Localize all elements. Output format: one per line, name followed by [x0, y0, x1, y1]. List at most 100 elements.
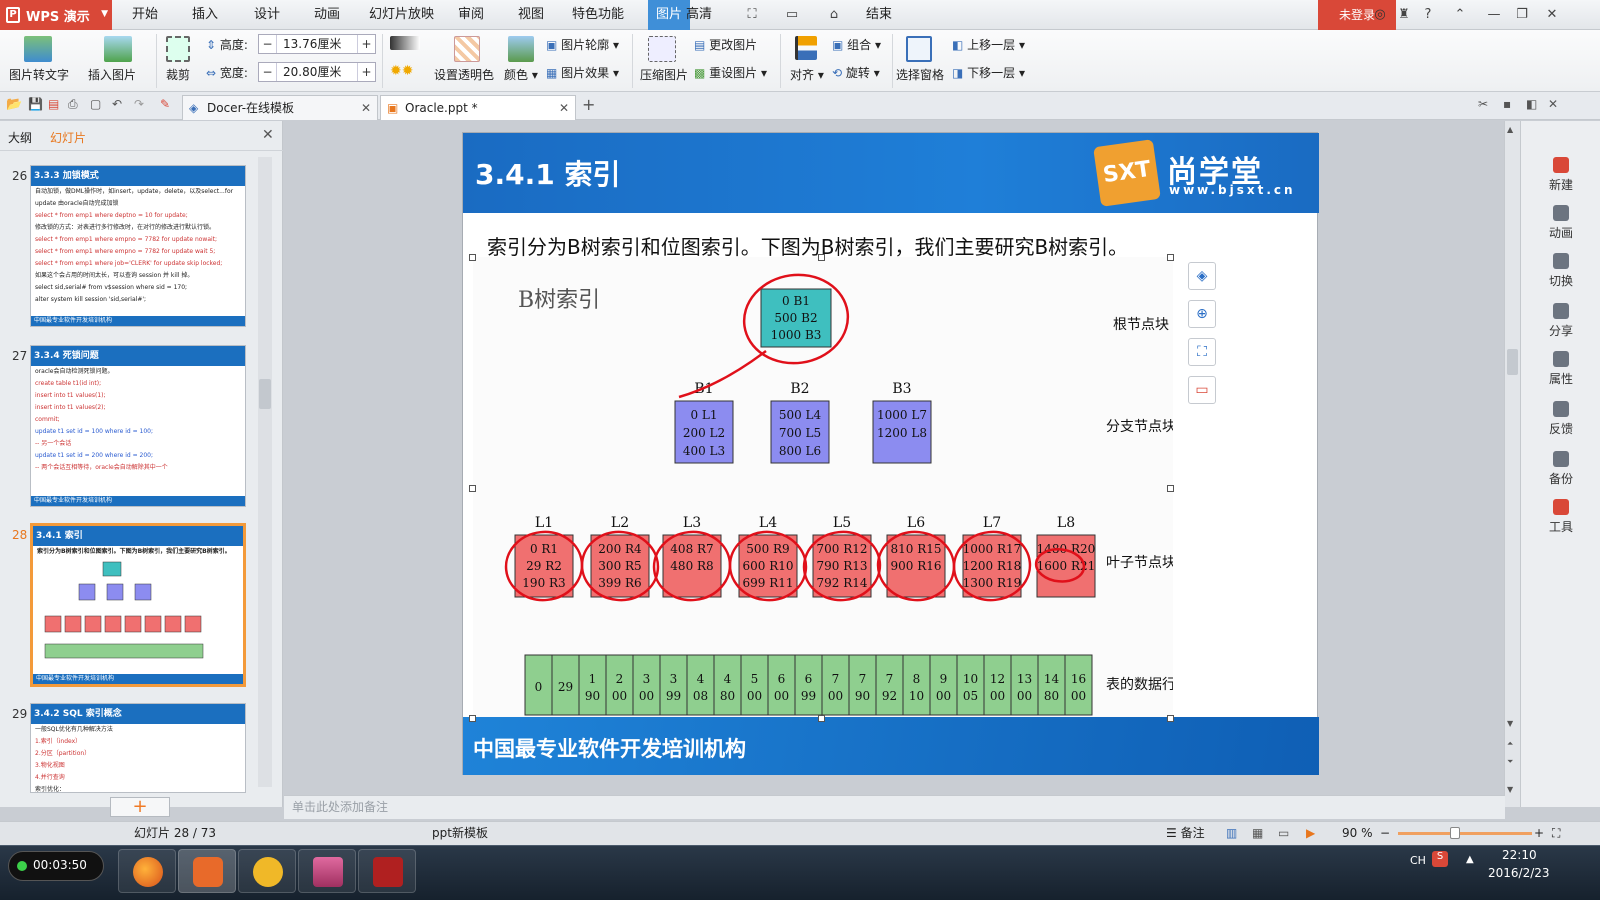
tab-slides[interactable]: 幻灯片 [50, 129, 86, 146]
redo-icon[interactable]: ↷ [134, 97, 144, 111]
resize-handle[interactable] [469, 715, 476, 722]
tools-button[interactable]: 工具 [1521, 499, 1600, 535]
rotate-button[interactable]: ⟲ 旋转 ▾ [832, 64, 880, 81]
wps-app-menu-button[interactable]: P WPS 演示 ▼ [0, 0, 112, 30]
slide-thumbnail-28[interactable]: 3.4.1 索引 索引分为B树索引和位图索引。下图为B树索引，我们主要研究B树索… [30, 523, 246, 687]
normal-view-icon[interactable]: ▥ [1226, 822, 1237, 844]
width-stepper[interactable]: − 20.80厘米 + [258, 62, 376, 82]
ribbon-tool-icon[interactable]: ✂ [1478, 97, 1488, 111]
menu-1[interactable]: 插入 [192, 0, 218, 30]
fit-window-icon[interactable]: ⛶ [1552, 822, 1560, 844]
undo-icon[interactable]: ↶ [112, 97, 122, 111]
slide-thumbnail-27[interactable]: 3.3.4 死锁问题 oracle会自动检测死锁问题。 create table… [30, 345, 246, 507]
bring-forward-button[interactable]: ◧ 上移一层 ▾ [952, 36, 1025, 53]
feedback-button[interactable]: 反馈 [1521, 401, 1600, 437]
reset-picture-button[interactable]: ▩ 重设图片 ▾ [694, 64, 767, 81]
btree-diagram-image[interactable]: B树索引根节点块分支节点块叶子节点块表的数据行0 B1500 B21000 B3… [473, 257, 1173, 717]
close-panel-icon[interactable]: ✕ [262, 127, 274, 143]
decrease-width-button[interactable]: − [259, 63, 277, 81]
crop-quick-icon[interactable]: ⛶ [1188, 338, 1216, 366]
height-value[interactable]: 13.76厘米 [283, 35, 341, 53]
qq-taskbar-button[interactable] [238, 849, 296, 893]
height-stepper[interactable]: − 13.76厘米 + [258, 34, 376, 54]
recorder-taskbar-button[interactable] [358, 849, 416, 893]
resize-handle[interactable] [469, 485, 476, 492]
picture-outline-button[interactable]: ▣ 图片轮廓 ▾ [546, 36, 619, 53]
compress-picture-button[interactable]: 压缩图片 [640, 66, 688, 83]
menu-8[interactable]: 图片 [648, 0, 691, 30]
tab-oracle-ppt[interactable]: ▣ Oracle.ppt * ✕ [380, 95, 576, 120]
clock-date[interactable]: 2016/2/23 [1488, 866, 1550, 880]
width-value[interactable]: 20.80厘米 [283, 63, 341, 81]
ime-indicator[interactable]: CH [1410, 854, 1426, 867]
brightness-icon[interactable]: ✹✹ [390, 64, 420, 78]
notes-input[interactable]: 单击此处添加备注 [284, 795, 1505, 819]
home-icon[interactable]: ⌂ [822, 7, 846, 22]
canvas-vertical-scrollbar[interactable]: ▲ ▼ ⏶ ⏷ ▼ [1504, 121, 1520, 807]
slide-thumbnail-29[interactable]: 3.4.2 SQL 索引概念 一般SQL优化有几种解决方法 1.索引（index… [30, 703, 246, 793]
share-button[interactable]: 分享 [1521, 303, 1600, 339]
menu-10[interactable]: 结束 [866, 0, 892, 30]
change-picture-button[interactable]: ▤ 更改图片 [694, 36, 757, 53]
minimize-icon[interactable]: — [1482, 7, 1506, 22]
add-slide-button[interactable]: + [110, 797, 170, 817]
group-button[interactable]: ▣ 组合 ▾ [832, 36, 881, 53]
format-painter-icon[interactable]: ✎ [160, 97, 170, 111]
scroll-thumb[interactable] [259, 379, 271, 409]
color-button[interactable]: 颜色 ▾ [504, 66, 538, 83]
resize-handle[interactable] [818, 715, 825, 722]
resize-handle[interactable] [1167, 254, 1174, 261]
slides-panel-scrollbar[interactable] [258, 157, 272, 787]
next-slide-icon[interactable]: ⏷ [1507, 757, 1513, 767]
resize-handle[interactable] [1167, 485, 1174, 492]
scroll-bottom-icon[interactable]: ▼ [1507, 785, 1513, 794]
backup-button[interactable]: 备份 [1521, 451, 1600, 487]
tray-expand-icon[interactable]: ▲ [1466, 854, 1474, 865]
collapse-ribbon-icon[interactable]: ⌃ [1448, 7, 1472, 22]
scroll-thumb[interactable] [1507, 349, 1518, 375]
menu-9[interactable]: 高清 [686, 0, 712, 30]
firefox-taskbar-button[interactable] [118, 849, 176, 893]
crop-button[interactable]: 裁剪 [166, 66, 190, 83]
export-pdf-icon[interactable]: ▤ [48, 97, 59, 111]
increase-width-button[interactable]: + [357, 63, 375, 81]
decrease-height-button[interactable]: − [259, 35, 277, 53]
menu-0[interactable]: 开始 [132, 0, 158, 30]
new-button[interactable]: 新建 [1521, 157, 1600, 193]
close-doc-icon[interactable]: ✕ [1548, 97, 1558, 111]
database-taskbar-button[interactable] [298, 849, 356, 893]
menu-6[interactable]: 视图 [518, 0, 544, 30]
menu-7[interactable]: 特色功能 [572, 0, 624, 30]
set-transparent-button[interactable]: 设置透明色 [434, 66, 494, 83]
fullscreen-icon[interactable]: ⛶ [740, 7, 764, 22]
recorder-widget[interactable]: 00:03:50 [8, 851, 104, 881]
animation-button[interactable]: 动画 [1521, 205, 1600, 241]
layers-icon[interactable]: ◈ [1188, 262, 1216, 290]
resize-handle[interactable] [818, 254, 825, 261]
close-icon[interactable]: ✕ [1540, 7, 1564, 22]
zoom-out-icon[interactable]: − [1380, 822, 1390, 844]
clock-time[interactable]: 22:10 [1502, 848, 1537, 862]
window-icon[interactable]: ▭ [780, 7, 804, 22]
brightness-contrast-icon[interactable] [390, 36, 420, 50]
prev-slide-icon[interactable]: ⏶ [1507, 739, 1513, 749]
wps-taskbar-button[interactable] [178, 849, 236, 893]
reading-view-icon[interactable]: ▭ [1278, 822, 1289, 844]
selection-pane-button[interactable]: 选择窗格 [896, 66, 944, 83]
skin-icon[interactable]: ◎ [1368, 7, 1392, 22]
slideshow-icon[interactable]: ▶ [1306, 822, 1315, 844]
restore-icon[interactable]: ❐ [1510, 7, 1534, 22]
pic-to-text-button[interactable]: 图片转文字 [9, 66, 69, 83]
increase-height-button[interactable]: + [357, 35, 375, 53]
zoom-in-icon[interactable]: ⊕ [1188, 300, 1216, 328]
slide-title[interactable]: 3.4.1 索引 [475, 153, 620, 193]
scroll-down-icon[interactable]: ▼ [1507, 719, 1513, 728]
tab-outline[interactable]: 大纲 [8, 129, 32, 146]
picture-effect-button[interactable]: ▦ 图片效果 ▾ [546, 64, 619, 81]
zoom-in-icon[interactable]: + [1534, 822, 1544, 844]
resize-handle[interactable] [469, 254, 476, 261]
shirt-icon[interactable]: ♜ [1392, 7, 1416, 22]
close-tab-icon[interactable]: ✕ [559, 96, 569, 120]
insert-picture-button[interactable]: 插入图片 [88, 66, 136, 83]
menu-3[interactable]: 动画 [314, 0, 340, 30]
